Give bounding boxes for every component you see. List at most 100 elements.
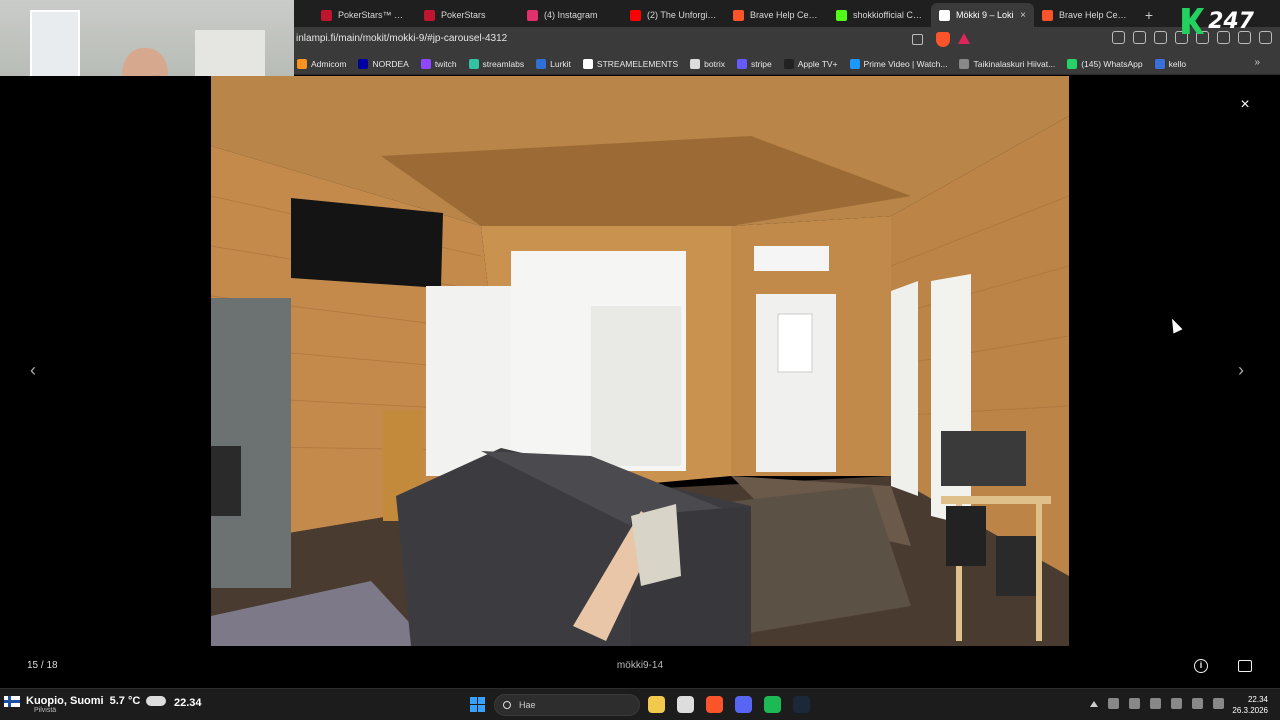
bookmark-favicon-icon <box>959 58 970 69</box>
brave-icon[interactable] <box>706 696 723 713</box>
tab-favicon-icon <box>733 9 744 21</box>
previous-image-button[interactable]: ‹ <box>30 360 36 381</box>
weather-widget[interactable]: Kuopio, Suomi 5.7 °C <box>4 695 167 707</box>
bookmark-label: (145) WhatsApp <box>1081 58 1143 69</box>
system-tray <box>1090 698 1224 709</box>
bookmark-favicon-icon <box>783 58 794 69</box>
logo-number: 247 <box>1208 8 1254 34</box>
browser-tab[interactable]: (2) The Unforgiven <box>622 3 725 27</box>
bookmark-item[interactable]: STREAMELEMENTS <box>582 58 679 69</box>
bookmark-label: Apple TV+ <box>797 58 838 69</box>
browser-tab[interactable]: PokerStars <box>416 3 519 27</box>
comment-icon[interactable] <box>1238 660 1252 672</box>
weather-temperature: 5.7 °C <box>109 695 141 707</box>
tab-title: (2) The Unforgiven <box>647 10 717 20</box>
steam-icon[interactable] <box>793 696 810 713</box>
bookmark-favicon-icon <box>420 58 431 69</box>
close-carousel-button[interactable]: × <box>1236 96 1254 114</box>
brave-shields-icon[interactable] <box>936 32 950 47</box>
volume-icon[interactable] <box>1213 698 1224 709</box>
overlay-clock: 22.34 <box>174 697 202 709</box>
system-clock[interactable]: 22.34 26.3.2026 <box>1232 694 1268 716</box>
k-logo-icon <box>1182 8 1205 34</box>
bookmark-label: kello <box>1168 58 1187 69</box>
finland-flag-icon <box>4 695 20 707</box>
bookmark-label: Lurkit <box>550 58 571 69</box>
chatgpt-icon[interactable] <box>677 696 694 713</box>
browser-tab[interactable]: PokerStars™ Home <box>313 3 416 27</box>
bookmark-label: Prime Video | Watch... <box>863 58 948 69</box>
extensions-icon[interactable] <box>1112 31 1125 44</box>
bookmark-label: NORDEA <box>372 58 409 69</box>
screenshot-icon[interactable] <box>1133 31 1146 44</box>
tab-title: (4) Instagram <box>544 10 598 20</box>
tab-title: Brave Help Center <box>1059 10 1129 20</box>
browser-tab[interactable]: Mökki 9 – Loki × <box>931 3 1034 27</box>
bookmark-item[interactable]: Lurkit <box>536 58 571 69</box>
next-image-button[interactable]: › <box>1238 360 1244 381</box>
start-button[interactable] <box>470 697 485 712</box>
bookmark-favicon-icon <box>736 58 747 69</box>
discord-icon[interactable] <box>735 696 752 713</box>
tab-title: PokerStars™ Home <box>338 10 408 20</box>
bookmark-favicon-icon <box>582 58 593 69</box>
bookmark-item[interactable]: kello <box>1154 58 1187 69</box>
browser-tab[interactable]: shokkiofficial Clips <box>828 3 931 27</box>
bookmark-label: Taikinalaskuri Hiivat... <box>973 58 1056 69</box>
info-icon[interactable]: i <box>1194 659 1208 673</box>
network-icon[interactable] <box>1192 698 1203 709</box>
bookmark-item[interactable]: Taikinalaskuri Hiivat... <box>959 58 1056 69</box>
tab-favicon-icon <box>1042 9 1053 21</box>
bookmark-label: botrix <box>704 58 725 69</box>
bookmark-item[interactable]: streamlabs <box>468 58 525 69</box>
share-icon[interactable] <box>912 34 923 45</box>
tray-overflow-icon[interactable] <box>1090 701 1098 707</box>
file-explorer-icon[interactable] <box>648 696 665 713</box>
close-tab-icon[interactable]: × <box>1020 10 1026 21</box>
tray-app-icon[interactable] <box>1150 698 1161 709</box>
search-icon <box>503 701 511 709</box>
media-icon[interactable] <box>1154 31 1167 44</box>
brave-rewards-icon[interactable] <box>958 33 970 44</box>
bookmark-item[interactable]: twitch <box>420 58 457 69</box>
search-placeholder: Hae <box>519 700 536 710</box>
clock-time: 22.34 <box>1247 695 1268 704</box>
channel-logo: 247 <box>1182 8 1254 34</box>
tray-app-icon[interactable] <box>1129 698 1140 709</box>
bookmarks-more-button[interactable]: » <box>1254 57 1260 68</box>
bookmark-label: stripe <box>750 58 772 69</box>
menu-icon[interactable] <box>1259 31 1272 44</box>
bookmark-label: STREAMELEMENTS <box>596 58 679 69</box>
microphone-icon[interactable] <box>1171 698 1182 709</box>
bookmark-item[interactable]: (145) WhatsApp <box>1067 58 1143 69</box>
tray-app-icon[interactable] <box>1108 698 1119 709</box>
clock-date: 26.3.2026 <box>1232 706 1268 715</box>
tab-favicon-icon <box>939 9 950 21</box>
bookmark-item[interactable]: Prime Video | Watch... <box>849 58 948 69</box>
bookmark-favicon-icon <box>468 58 479 69</box>
bookmark-item[interactable]: botrix <box>690 58 725 69</box>
url-field[interactable]: inlampi.fi/main/mokit/mokki-9/#jp-carous… <box>296 33 507 44</box>
tab-favicon-icon <box>321 9 332 21</box>
bookmark-favicon-icon <box>690 58 701 69</box>
bookmark-item[interactable]: NORDEA <box>358 58 409 69</box>
taskbar: Kuopio, Suomi 5.7 °C Pilvistä 22.34 Hae … <box>0 688 1280 720</box>
windows-logo-icon <box>470 697 477 704</box>
spotify-icon[interactable] <box>764 696 781 713</box>
browser-tab[interactable]: (4) Instagram <box>519 3 622 27</box>
carousel-photo <box>211 76 1069 646</box>
bookmark-label: Admicom <box>311 58 347 69</box>
taskbar-search[interactable]: Hae <box>494 694 640 716</box>
bookmark-label: streamlabs <box>482 58 525 69</box>
bookmark-item[interactable]: Apple TV+ <box>783 58 838 69</box>
tab-title: Mökki 9 – Loki <box>956 10 1014 20</box>
bookmark-item[interactable]: stripe <box>736 58 772 69</box>
weather-description: Pilvistä <box>34 707 57 714</box>
browser-tab[interactable]: Brave Help Center <box>725 3 828 27</box>
bookmark-favicon-icon <box>1154 58 1165 69</box>
browser-tab[interactable]: Brave Help Center <box>1034 3 1137 27</box>
bookmark-item[interactable]: Admicom <box>297 58 347 69</box>
mouse-cursor-icon <box>1167 316 1183 334</box>
weather-location: Kuopio, Suomi <box>26 695 104 707</box>
new-tab-button[interactable]: + <box>1137 3 1161 27</box>
